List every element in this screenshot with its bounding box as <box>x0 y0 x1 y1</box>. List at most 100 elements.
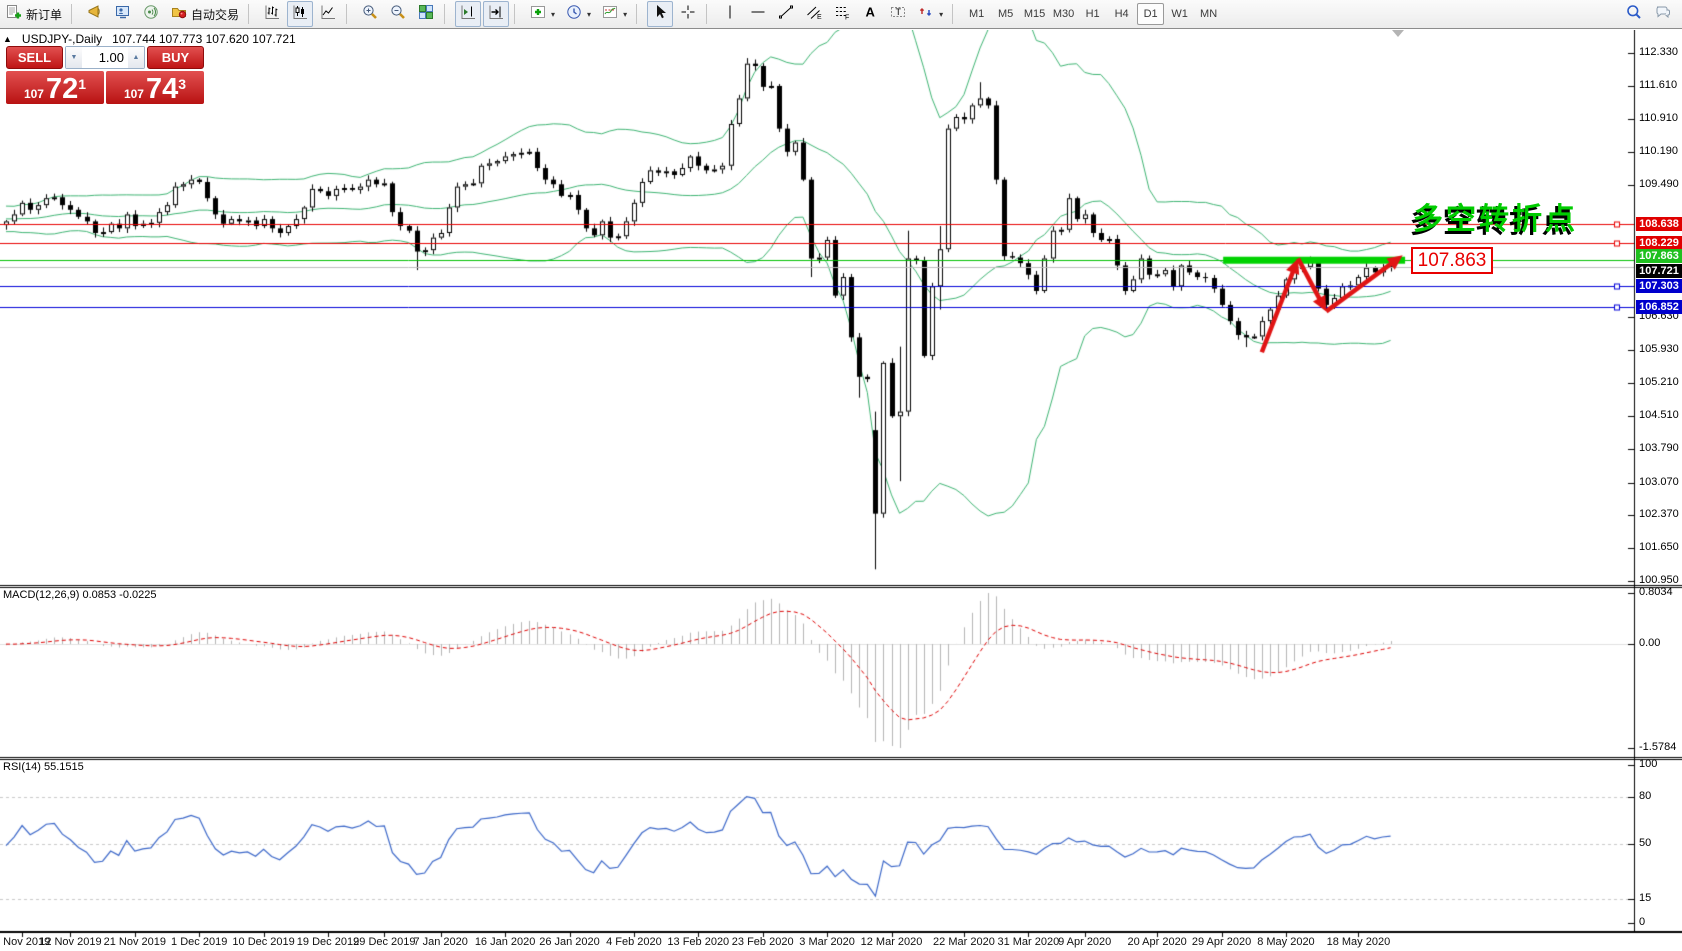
date-axis-label: 10 Dec 2019 <box>232 936 294 948</box>
fibonacci-tool-button[interactable]: F <box>829 1 855 27</box>
price-axis-tick: 109.490 <box>1639 178 1679 190</box>
date-axis-label: 13 Feb 2020 <box>667 936 729 948</box>
sell-price-display[interactable]: 107721 <box>6 71 104 104</box>
indicators-list-button[interactable]: ▾ <box>525 1 559 27</box>
zoom-in-button[interactable] <box>357 1 383 27</box>
crosshair-tool-button[interactable] <box>675 1 701 27</box>
periods-button[interactable]: ▾ <box>561 1 595 27</box>
text-tool-button[interactable]: A <box>857 1 883 27</box>
templates-icon <box>601 3 619 26</box>
chat-button[interactable] <box>1649 1 1675 27</box>
svg-text:T: T <box>896 7 902 17</box>
search-button[interactable] <box>1621 1 1647 27</box>
cursor-tool-button[interactable] <box>647 1 673 27</box>
date-axis-label: 1 Dec 2019 <box>171 936 227 948</box>
dropdown-arrow-icon[interactable]: ▾ <box>623 10 627 19</box>
timeframe-mn-button[interactable]: MN <box>1195 3 1222 25</box>
sell-button[interactable]: SELL <box>6 46 63 69</box>
tile-windows-button[interactable] <box>413 1 439 27</box>
date-axis-label: 21 Nov 2019 <box>104 936 166 948</box>
announcements-button[interactable] <box>82 1 108 27</box>
market-watch-icon <box>114 3 132 26</box>
text-a-icon: A <box>861 3 879 26</box>
volume-input[interactable] <box>82 47 128 68</box>
rsi-axis-tick: 80 <box>1639 790 1651 802</box>
text-label-tool-button[interactable]: T <box>885 1 911 27</box>
new-order-button[interactable]: 新订单 <box>1 1 66 27</box>
horizontal-line-tool-button[interactable] <box>745 1 771 27</box>
date-axis-label: 23 Feb 2020 <box>732 936 794 948</box>
equidistant-channel-tool-button[interactable]: E <box>801 1 827 27</box>
timeframe-m30-button[interactable]: M30 <box>1050 3 1077 25</box>
timeframe-m1-button[interactable]: M1 <box>963 3 990 25</box>
timeframe-w1-button[interactable]: W1 <box>1166 3 1193 25</box>
rsi-axis-tick: 15 <box>1639 892 1651 904</box>
candles-chart-icon <box>291 3 309 26</box>
trendline-tool-button[interactable] <box>773 1 799 27</box>
chart-shift-marker-icon[interactable] <box>1392 30 1404 37</box>
auto-scroll-button[interactable] <box>483 1 509 27</box>
price-axis-tick: 103.070 <box>1639 476 1679 488</box>
timeframe-m5-button[interactable]: M5 <box>992 3 1019 25</box>
price-axis-tick: 111.610 <box>1639 79 1677 91</box>
collapse-triangle-icon[interactable]: ▲ <box>3 34 12 44</box>
timeframe-h4-button[interactable]: H4 <box>1108 3 1135 25</box>
bar-chart-mode-button[interactable] <box>259 1 285 27</box>
timeframe-d1-button[interactable]: D1 <box>1137 3 1164 25</box>
buy-button[interactable]: BUY <box>147 46 204 69</box>
price-level-chip: 108.638 <box>1636 217 1682 231</box>
dropdown-arrow-icon[interactable]: ▾ <box>587 10 591 19</box>
volume-increase-button[interactable]: ▲ <box>128 47 144 68</box>
templates-button[interactable]: ▾ <box>597 1 631 27</box>
price-axis-tick: 105.930 <box>1639 343 1679 355</box>
date-axis-label: 29 Apr 2020 <box>1192 936 1251 948</box>
toolbar-button-label: 自动交易 <box>191 6 239 23</box>
timeframe-m15-button[interactable]: M15 <box>1021 3 1048 25</box>
dropdown-arrow-icon[interactable]: ▾ <box>551 10 555 19</box>
date-axis-label: 18 May 2020 <box>1327 936 1391 948</box>
vertical-line-tool-button[interactable] <box>717 1 743 27</box>
line-chart-mode-button[interactable] <box>315 1 341 27</box>
megaphone-icon <box>86 3 104 26</box>
price-level-chip: 106.852 <box>1636 300 1682 314</box>
rsi-axis-tick: 100 <box>1639 758 1657 770</box>
date-axis-label: 7 Jan 2020 <box>413 936 467 948</box>
price-chart-canvas[interactable] <box>0 30 1682 951</box>
date-axis-label: 3 Mar 2020 <box>799 936 855 948</box>
dropdown-arrow-icon[interactable]: ▾ <box>939 10 943 19</box>
toolbar-separator <box>636 4 643 24</box>
price-level-callout[interactable]: 107.863 <box>1411 247 1493 274</box>
price-axis-tick: 102.370 <box>1639 508 1679 520</box>
signals-button[interactable] <box>138 1 164 27</box>
arrows-tool-button[interactable]: ▾ <box>913 1 947 27</box>
chart-shift-button[interactable] <box>455 1 481 27</box>
turning-point-annotation[interactable]: 多空转折点 <box>1413 194 1578 238</box>
timeframe-h1-button[interactable]: H1 <box>1079 3 1106 25</box>
mt4-window: 新订单 自动交易 ▾ ▾ ▾ EFA T ▾ M1M5M15M30H1H4D1W1MN ▲ US… <box>0 0 1682 951</box>
price-axis-tick: 104.510 <box>1639 409 1679 421</box>
price-axis-tick: 103.790 <box>1639 442 1679 454</box>
date-axis-label: 31 Mar 2020 <box>997 936 1059 948</box>
toolbar-separator <box>248 4 255 24</box>
indicators-icon <box>529 3 547 26</box>
signal-icon <box>142 3 160 26</box>
chart-title: ▲ USDJPY-,Daily 107.744 107.773 107.620 … <box>3 32 296 46</box>
svg-text:A: A <box>866 4 876 19</box>
market-watch-button[interactable] <box>110 1 136 27</box>
chart-ohlc-values: 107.744 107.773 107.620 107.721 <box>112 32 296 46</box>
price-level-chip: 107.303 <box>1636 279 1682 293</box>
svg-text:E: E <box>817 14 822 21</box>
price-axis-tick: 110.910 <box>1639 112 1678 124</box>
toolbar-right-group <box>1620 1 1682 27</box>
tile-windows-icon <box>417 3 435 26</box>
buy-price-display[interactable]: 107743 <box>106 71 204 104</box>
toolbar-separator <box>444 4 451 24</box>
candlestick-mode-button[interactable] <box>287 1 313 27</box>
auto-trading-button[interactable]: 自动交易 <box>166 1 243 27</box>
zoom-out-button[interactable] <box>385 1 411 27</box>
volume-decrease-button[interactable]: ▼ <box>66 47 82 68</box>
price-level-chip: 108.229 <box>1636 236 1682 250</box>
macd-axis-tick: 0.00 <box>1639 637 1660 649</box>
price-axis-tick: 101.650 <box>1639 541 1679 553</box>
price-axis-tick: 105.210 <box>1639 376 1679 388</box>
